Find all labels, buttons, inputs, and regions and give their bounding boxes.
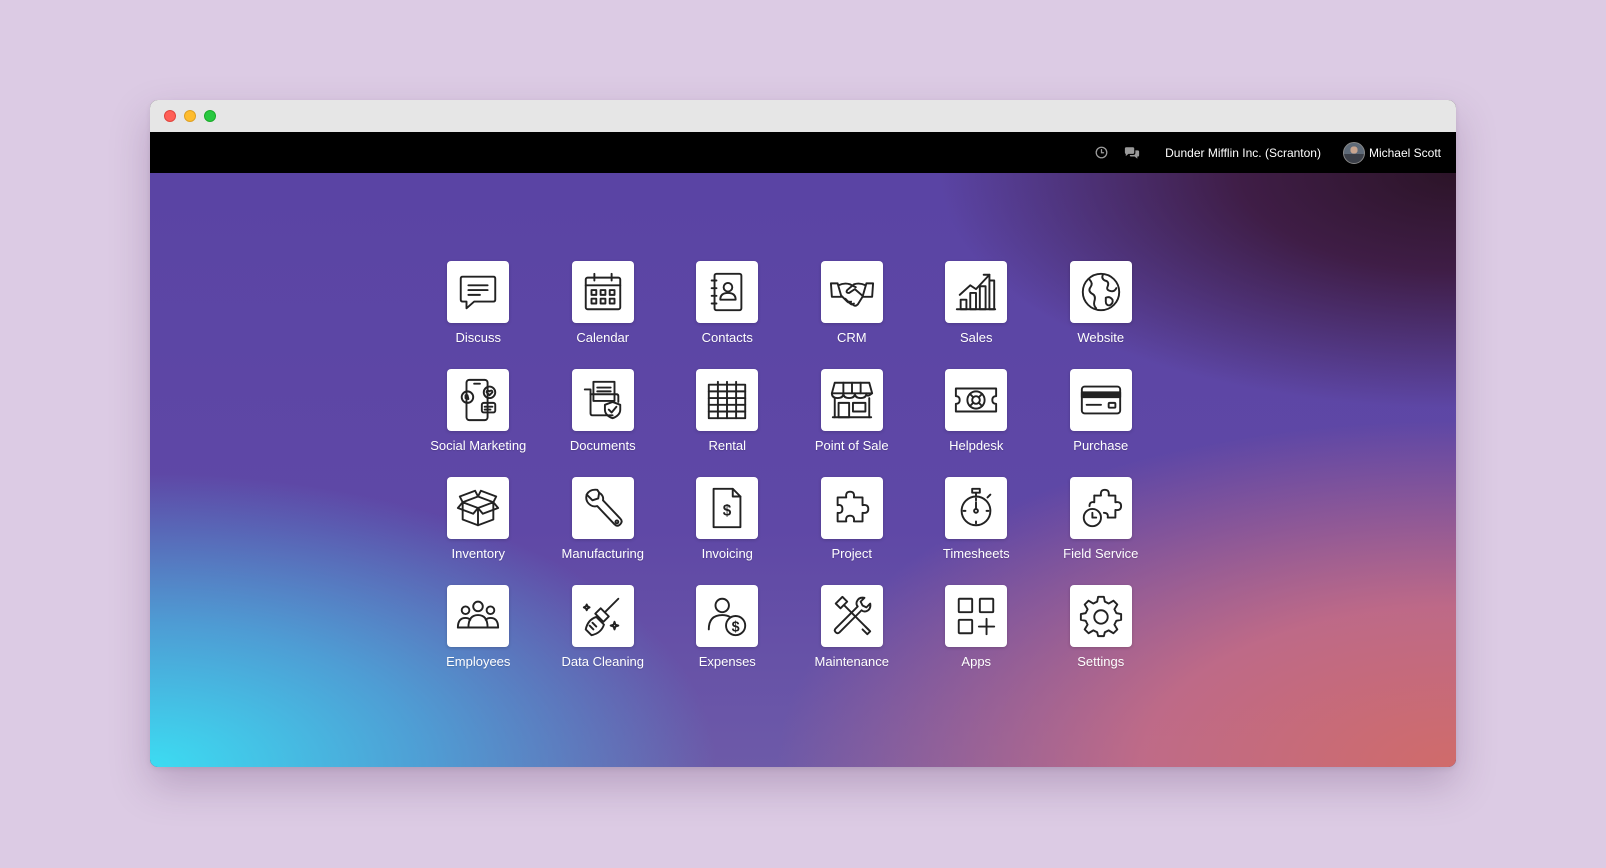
app-social-marketing[interactable]: Social Marketing <box>416 369 541 477</box>
invoice-dollar-icon: $ <box>696 477 759 539</box>
app-label: Expenses <box>698 654 756 669</box>
bar-chart-icon <box>945 261 1008 323</box>
app-website[interactable]: Website <box>1039 261 1164 369</box>
contacts-book-icon <box>696 261 759 323</box>
app-project[interactable]: Project <box>790 477 915 585</box>
globe-icon <box>1069 261 1132 323</box>
top-navbar: Dunder Mifflin Inc. (Scranton) Michael S… <box>150 132 1456 173</box>
handshake-icon <box>820 261 883 323</box>
app-invoicing[interactable]: $ Invoicing <box>665 477 790 585</box>
app-label: Purchase <box>1073 438 1129 453</box>
app-rental[interactable]: Rental <box>665 369 790 477</box>
app-label: Website <box>1077 330 1125 345</box>
app-label: Settings <box>1077 654 1125 669</box>
calendar-icon <box>571 261 634 323</box>
app-label: Field Service <box>1063 546 1139 561</box>
app-label: Contacts <box>701 330 753 345</box>
svg-text:$: $ <box>723 503 732 520</box>
clock-icon[interactable] <box>1093 145 1109 161</box>
chat-bubble-icon <box>447 261 510 323</box>
app-label: Sales <box>959 330 993 345</box>
app-maintenance[interactable]: Maintenance <box>790 585 915 693</box>
minimize-window-button[interactable] <box>184 110 196 122</box>
apps-grid-icon <box>945 585 1008 647</box>
close-window-button[interactable] <box>164 110 176 122</box>
app-label: Apps <box>961 654 992 669</box>
app-label: CRM <box>836 330 867 345</box>
hammer-wrench-icon <box>820 585 883 647</box>
broom-icon <box>571 585 634 647</box>
app-purchase[interactable]: Purchase <box>1039 369 1164 477</box>
app-inventory[interactable]: Inventory <box>416 477 541 585</box>
app-label: Social Marketing <box>430 438 527 453</box>
app-crm[interactable]: CRM <box>790 261 915 369</box>
app-label: Maintenance <box>814 654 889 669</box>
app-calendar[interactable]: Calendar <box>541 261 666 369</box>
app-timesheets[interactable]: Timesheets <box>914 477 1039 585</box>
apps-grid: Discuss Calendar Contacts CRM Sales Webs… <box>416 261 1163 693</box>
chat-icon[interactable] <box>1124 145 1140 161</box>
grid-calendar-icon <box>696 369 759 431</box>
credit-card-icon <box>1069 369 1132 431</box>
svg-text:$: $ <box>732 619 740 635</box>
lifebuoy-ticket-icon <box>945 369 1008 431</box>
app-data-cleaning[interactable]: Data Cleaning <box>541 585 666 693</box>
app-label: Rental <box>708 438 747 453</box>
app-contacts[interactable]: Contacts <box>665 261 790 369</box>
app-label: Project <box>831 546 872 561</box>
app-label: Inventory <box>451 546 505 561</box>
box-icon <box>447 477 510 539</box>
app-label: Invoicing <box>701 546 753 561</box>
user-name: Michael Scott <box>1368 145 1441 160</box>
app-label: Timesheets <box>942 546 1010 561</box>
app-label: Manufacturing <box>561 546 644 561</box>
person-dollar-icon: $ <box>696 585 759 647</box>
app-expenses[interactable]: $ Expenses <box>665 585 790 693</box>
app-label: Discuss <box>455 330 501 345</box>
app-helpdesk[interactable]: Helpdesk <box>914 369 1039 477</box>
puzzle-icon <box>820 477 883 539</box>
app-settings[interactable]: Settings <box>1039 585 1164 693</box>
app-employees[interactable]: Employees <box>416 585 541 693</box>
avatar <box>1342 141 1365 164</box>
company-switcher[interactable]: Dunder Mifflin Inc. (Scranton) <box>1165 146 1321 160</box>
app-apps[interactable]: Apps <box>914 585 1039 693</box>
window-titlebar <box>150 100 1456 132</box>
puzzle-clock-icon <box>1069 477 1132 539</box>
shop-icon <box>820 369 883 431</box>
folder-shield-icon <box>571 369 634 431</box>
app-discuss[interactable]: Discuss <box>416 261 541 369</box>
app-label: Documents <box>569 438 636 453</box>
stopwatch-icon <box>945 477 1008 539</box>
app-documents[interactable]: Documents <box>541 369 666 477</box>
app-field-service[interactable]: Field Service <box>1039 477 1164 585</box>
app-manufacturing[interactable]: Manufacturing <box>541 477 666 585</box>
app-label: Point of Sale <box>814 438 889 453</box>
app-label: Calendar <box>576 330 630 345</box>
home-menu: Discuss Calendar Contacts CRM Sales Webs… <box>150 173 1456 767</box>
app-label: Data Cleaning <box>561 654 644 669</box>
app-point-of-sale[interactable]: Point of Sale <box>790 369 915 477</box>
user-menu[interactable]: Michael Scott <box>1342 141 1441 164</box>
people-icon <box>447 585 510 647</box>
maximize-window-button[interactable] <box>204 110 216 122</box>
app-label: Helpdesk <box>949 438 1004 453</box>
gear-icon <box>1069 585 1132 647</box>
wrench-icon <box>571 477 634 539</box>
app-label: Employees <box>446 654 511 669</box>
app-sales[interactable]: Sales <box>914 261 1039 369</box>
phone-social-icon <box>447 369 510 431</box>
browser-window: Dunder Mifflin Inc. (Scranton) Michael S… <box>150 100 1456 767</box>
